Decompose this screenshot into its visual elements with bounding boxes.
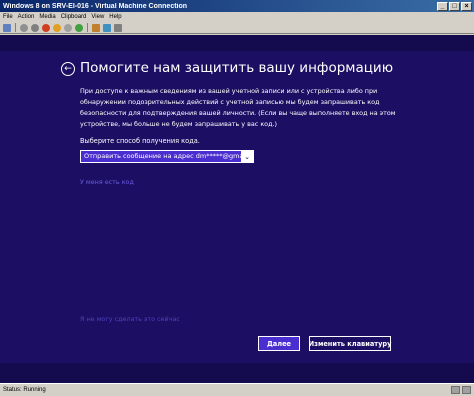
menu-action[interactable]: Action <box>18 14 35 20</box>
back-arrow-icon[interactable]: ← <box>61 62 75 76</box>
minimize-button[interactable]: _ <box>437 1 448 11</box>
window-title: Windows 8 on SRV-EI-016 - Virtual Machin… <box>3 2 188 10</box>
enhanced-session-icon[interactable] <box>114 23 122 32</box>
menu-file[interactable]: File <box>3 14 13 20</box>
pause-icon[interactable] <box>64 23 72 32</box>
menu-clipboard[interactable]: Clipboard <box>61 14 87 20</box>
status-icons <box>451 386 474 394</box>
window-controls: _ □ × <box>437 1 474 11</box>
screen-bottom-strip <box>0 363 474 383</box>
select-value: Отправить сообщение на адрес dm*****@gma… <box>81 151 241 162</box>
menu-help[interactable]: Help <box>109 14 121 20</box>
menu-bar: File Action Media Clipboard View Help <box>0 12 474 22</box>
snapshot-icon[interactable] <box>92 23 100 32</box>
change-keyboard-button[interactable]: Изменить клавиатуру <box>309 336 391 351</box>
status-bar: Status: Running <box>0 383 474 396</box>
code-method-select[interactable]: Отправить сообщение на адрес dm*****@gma… <box>80 150 254 163</box>
reset-icon[interactable] <box>75 23 83 32</box>
vm-screen[interactable]: ← Помогите нам защитить вашу информацию … <box>0 35 474 383</box>
cant-do-now-link[interactable]: Я не могу сделать это сейчас <box>80 315 180 323</box>
description-line: обнаружении подозрительных действий с уч… <box>80 98 380 106</box>
menu-view[interactable]: View <box>91 14 104 20</box>
description-line: При доступе к важным сведениям из вашей … <box>80 87 378 95</box>
next-button[interactable]: Далее <box>258 336 300 351</box>
method-label: Выберите способ получения кода. <box>80 137 200 145</box>
page-title: Помогите нам защитить вашу информацию <box>80 60 394 76</box>
toolbar-separator <box>15 23 16 32</box>
shutdown-icon[interactable] <box>42 23 50 32</box>
close-button[interactable]: × <box>461 1 472 11</box>
turn-off-icon[interactable] <box>31 23 39 32</box>
toolbar-separator <box>87 23 88 32</box>
keyboard-icon <box>451 386 460 394</box>
description-line: безопасности для подтверждения вашей лич… <box>80 109 396 117</box>
chevron-down-icon[interactable]: ⌄ <box>241 151 253 162</box>
description-line: устройстве, мы больше не будем запрашива… <box>80 120 278 128</box>
revert-icon[interactable] <box>103 23 111 32</box>
menu-media[interactable]: Media <box>39 14 55 20</box>
description: При доступе к важным сведениям из вашей … <box>80 86 396 130</box>
save-icon[interactable] <box>53 23 61 32</box>
have-code-link[interactable]: У меня есть код <box>80 178 134 186</box>
lock-icon <box>462 386 471 394</box>
ctrl-alt-del-icon[interactable] <box>3 23 11 32</box>
window-titlebar[interactable]: Windows 8 on SRV-EI-016 - Virtual Machin… <box>0 0 474 12</box>
maximize-button[interactable]: □ <box>449 1 460 11</box>
screen-top-strip <box>0 35 474 51</box>
start-icon[interactable] <box>20 23 28 32</box>
status-text: Status: Running <box>3 387 46 393</box>
toolbar <box>0 22 474 34</box>
